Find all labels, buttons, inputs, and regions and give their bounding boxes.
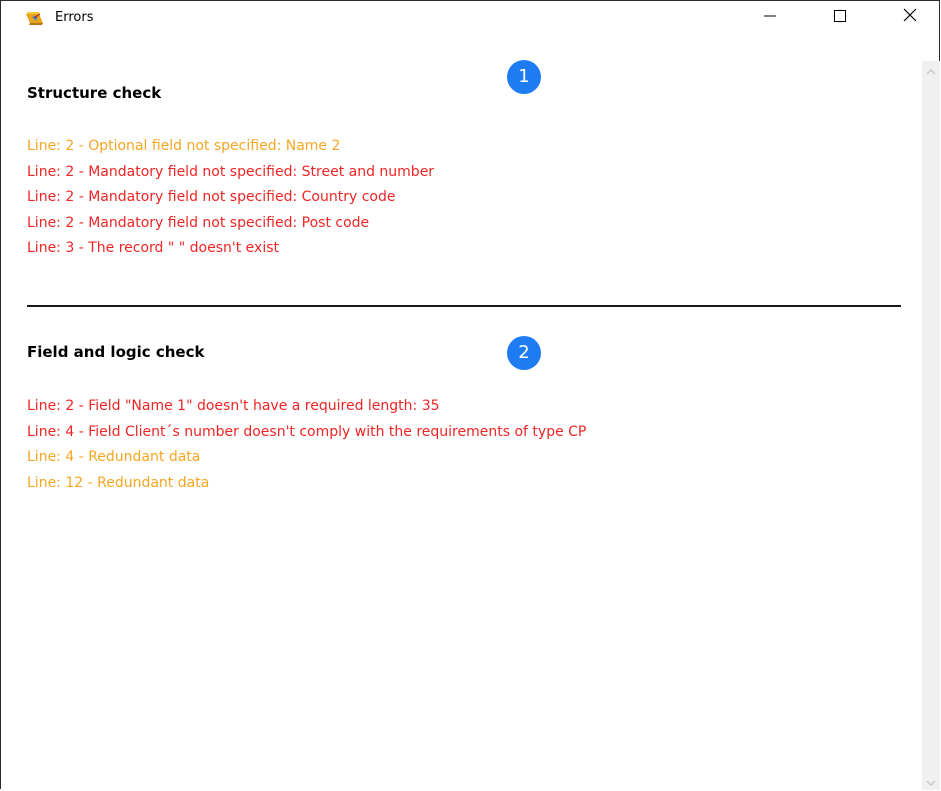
title-bar[interactable]: Errors	[1, 1, 939, 33]
maximize-icon	[833, 8, 847, 27]
error-message: Line: 3 - The record " " doesn't exist	[27, 240, 279, 256]
close-button[interactable]	[887, 1, 933, 33]
scroll-down-button[interactable]	[922, 772, 940, 790]
errors-window: Errors Structure check 1 Line: 2 - Optio…	[0, 0, 940, 790]
error-message: Line: 4 - Field Client´s number doesn't …	[27, 423, 587, 440]
section-badge-1: 1	[507, 60, 541, 94]
close-icon	[902, 7, 918, 27]
maximize-button[interactable]	[817, 1, 863, 33]
minimize-button[interactable]	[747, 1, 793, 33]
chevron-up-icon	[926, 61, 936, 80]
errors-content: Structure check 1 Line: 2 - Optional fie…	[1, 33, 922, 790]
section-title-structure-check: Structure check	[27, 84, 162, 102]
minimize-icon	[763, 8, 777, 27]
scroll-up-button[interactable]	[922, 61, 940, 79]
error-message: Line: 2 - Field "Name 1" doesn't have a …	[27, 398, 440, 414]
error-message: Line: 2 - Mandatory field not specified:…	[27, 163, 435, 180]
app-icon	[25, 11, 44, 26]
structure-check-messages: Line: 2 - Optional field not specified: …	[27, 134, 434, 262]
section-divider	[27, 305, 901, 307]
section-badge-2: 2	[507, 336, 541, 370]
field-logic-check-messages: Line: 2 - Field "Name 1" doesn't have a …	[27, 394, 586, 496]
warning-message: Line: 4 - Redundant data	[27, 449, 201, 465]
warning-message: Line: 2 - Optional field not specified: …	[27, 138, 341, 154]
section-title-field-logic-check: Field and logic check	[27, 343, 205, 361]
chevron-down-icon	[926, 772, 936, 791]
error-message: Line: 2 - Mandatory field not specified:…	[27, 189, 396, 205]
error-message: Line: 2 - Mandatory field not specified:…	[27, 214, 370, 231]
vertical-scrollbar[interactable]	[922, 61, 940, 790]
warning-message: Line: 12 - Redundant data	[27, 474, 210, 491]
window-title: Errors	[55, 10, 94, 25]
